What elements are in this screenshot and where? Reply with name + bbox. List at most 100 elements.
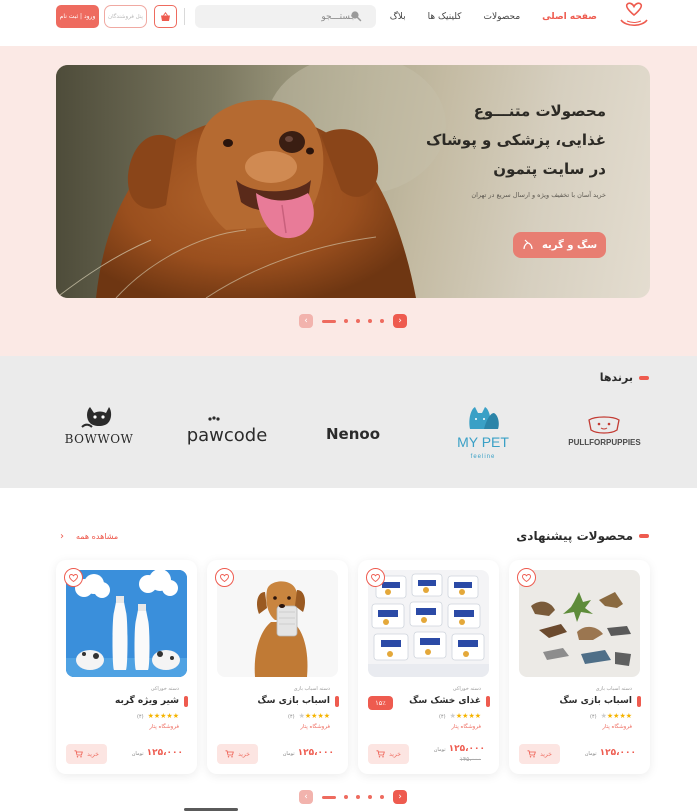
cart-icon xyxy=(527,750,536,758)
product-image xyxy=(217,570,338,677)
slider-next-button[interactable]: ‹ xyxy=(393,314,407,328)
review-count: (۴) xyxy=(439,714,446,720)
products-dot[interactable] xyxy=(368,795,372,799)
see-all-label: مشاهده همه xyxy=(76,532,119,541)
product-rating: ★★★★★(۴) xyxy=(439,712,481,720)
name-accent-bar xyxy=(335,696,339,707)
products-dot[interactable] xyxy=(380,795,384,799)
cart-icon xyxy=(225,750,234,758)
login-button[interactable]: ورود | ثبت نام xyxy=(56,5,99,28)
product-category: دسته خوراکی xyxy=(452,686,481,692)
see-all-link[interactable]: مشاهده همه ‹ xyxy=(60,531,118,542)
price-value: ۱۲۵،۰۰۰ xyxy=(297,748,334,758)
products-heading: محصولات پیشنهادی xyxy=(516,529,649,543)
buy-button[interactable]: خرید xyxy=(66,744,107,764)
product-name[interactable]: اسباب بازی سگ xyxy=(559,696,632,706)
product-price: ۱۲۵،۰۰۰تومان xyxy=(585,748,636,758)
slider-dot-active[interactable] xyxy=(322,319,336,323)
buy-button[interactable]: خرید xyxy=(217,744,258,764)
bowwow-text: BOWWOW xyxy=(65,432,134,445)
hero-banner: محصولات متنـــوع غذایی، پزشکی و پوشاک در… xyxy=(56,65,650,298)
favorite-button[interactable] xyxy=(215,568,234,587)
seller-panel-button[interactable]: پنل فروشندگان xyxy=(104,5,147,28)
hero-title-line2: غذایی، پزشکی و پوشاک xyxy=(426,131,606,149)
shop-name[interactable]: فروشگاه پتار xyxy=(602,724,632,730)
products-next-button[interactable]: ‹ xyxy=(393,790,407,804)
buy-label: خرید xyxy=(238,750,250,758)
feeline-text: feeline xyxy=(471,454,496,460)
brand-pawcode[interactable]: pawcode xyxy=(186,416,268,446)
pullforpuppies-logo-icon: PULLFORPUPPIES xyxy=(568,416,641,447)
paw-icon xyxy=(523,239,533,250)
dog-cat-button[interactable]: سگ و گربه xyxy=(513,232,606,258)
search-input[interactable]: جستـــجو xyxy=(195,5,376,28)
search-icon xyxy=(351,11,362,22)
favorite-button[interactable] xyxy=(517,568,536,587)
hero-subtitle: خرید آسان با تخفیف ویژه و ارسال سریع در … xyxy=(471,191,606,199)
name-accent-bar xyxy=(486,696,490,707)
price-currency: تومان xyxy=(584,751,597,757)
product-rating: ★★★★★(۴) xyxy=(137,712,179,720)
product-price: ۱۲۵،۰۰۰تومان xyxy=(434,744,485,754)
product-card[interactable]: دسته اسباب بازی اسباب بازی سگ ★★★★★(۴) ف… xyxy=(509,560,650,774)
product-card[interactable]: دسته اسباب بازی اسباب بازی سگ ★★★★★(۴) ف… xyxy=(207,560,348,774)
buy-label: خرید xyxy=(87,750,99,758)
brand-bowwow[interactable]: BOWWOW xyxy=(64,403,134,446)
shop-name[interactable]: فروشگاه پتار xyxy=(149,724,179,730)
price-value: ۱۲۵،۰۰۰ xyxy=(599,748,636,758)
heart-icon xyxy=(69,573,78,582)
name-accent-bar xyxy=(184,696,188,707)
slider-prev-button[interactable]: › xyxy=(299,314,313,328)
slider-dot[interactable] xyxy=(380,319,384,323)
chevron-left-icon: ‹ xyxy=(60,531,64,542)
slider-dot[interactable] xyxy=(344,319,348,323)
hero-section: محصولات متنـــوع غذایی، پزشکی و پوشاک در… xyxy=(0,46,697,356)
shop-name[interactable]: فروشگاه پتار xyxy=(451,724,481,730)
nav-home[interactable]: صفحه اصلی xyxy=(542,12,597,22)
mypet-text: MY PET xyxy=(457,434,509,450)
cart-button[interactable] xyxy=(154,5,177,28)
shop-name[interactable]: فروشگاه پتار xyxy=(300,724,330,730)
brand-nenoo[interactable]: Nenoo xyxy=(322,422,384,444)
nenoo-logo-icon: Nenoo xyxy=(326,425,380,443)
brand-mypet[interactable]: MY PET feeline xyxy=(452,401,514,461)
favorite-button[interactable] xyxy=(64,568,83,587)
product-card[interactable]: دسته خوراکی غذای خشک سگ ۱۵٪ ★★★★★(۴) فرو… xyxy=(358,560,499,774)
product-name[interactable]: اسباب بازی سگ xyxy=(257,696,330,706)
product-name[interactable]: غذای خشک سگ xyxy=(409,696,481,706)
heading-accent-bar xyxy=(639,534,649,538)
cart-icon xyxy=(376,750,385,758)
products-title: محصولات پیشنهادی xyxy=(516,529,633,543)
slider-dot[interactable] xyxy=(356,319,360,323)
review-count: (۴) xyxy=(590,714,597,720)
top-header: صفحه اصلی محصولات کلینیک ها بلاگ جستـــج… xyxy=(0,0,697,46)
product-card[interactable]: دسته خوراکی شیر ویژه گربه ★★★★★(۴) فروشگ… xyxy=(56,560,197,774)
product-name[interactable]: شیر ویژه گربه xyxy=(115,696,179,706)
product-image xyxy=(66,570,187,677)
header-divider xyxy=(184,8,185,25)
products-prev-button[interactable]: › xyxy=(299,790,313,804)
buy-label: خرید xyxy=(389,750,401,758)
cart-icon xyxy=(74,750,83,758)
nav-products[interactable]: محصولات xyxy=(483,12,520,22)
nenoo-text: Nenoo xyxy=(326,425,380,443)
products-dot[interactable] xyxy=(356,795,360,799)
buy-button[interactable]: خرید xyxy=(368,744,409,764)
nav-clinics[interactable]: کلینیک ها xyxy=(428,12,462,22)
favorite-button[interactable] xyxy=(366,568,385,587)
price-value: ۱۲۵،۰۰۰ xyxy=(146,748,183,758)
petmoon-logo-icon[interactable] xyxy=(617,2,651,30)
brand-pullforpuppies[interactable]: PULLFORPUPPIES xyxy=(567,414,642,448)
hero-title-line1: محصولات متنـــوع xyxy=(473,102,606,120)
product-price: ۱۲۵،۰۰۰تومان xyxy=(132,748,183,758)
products-slider-pagination: › ‹ xyxy=(299,790,407,804)
product-price: ۱۲۵،۰۰۰تومان xyxy=(283,748,334,758)
products-dot-active[interactable] xyxy=(322,795,336,799)
product-rating: ★★★★★(۴) xyxy=(288,712,330,720)
nav-blog[interactable]: بلاگ xyxy=(390,12,406,22)
products-dot[interactable] xyxy=(344,795,348,799)
buy-button[interactable]: خرید xyxy=(519,744,560,764)
heart-icon xyxy=(522,573,531,582)
hero-title-line3: در سایت پتمون xyxy=(493,160,606,178)
slider-dot[interactable] xyxy=(368,319,372,323)
